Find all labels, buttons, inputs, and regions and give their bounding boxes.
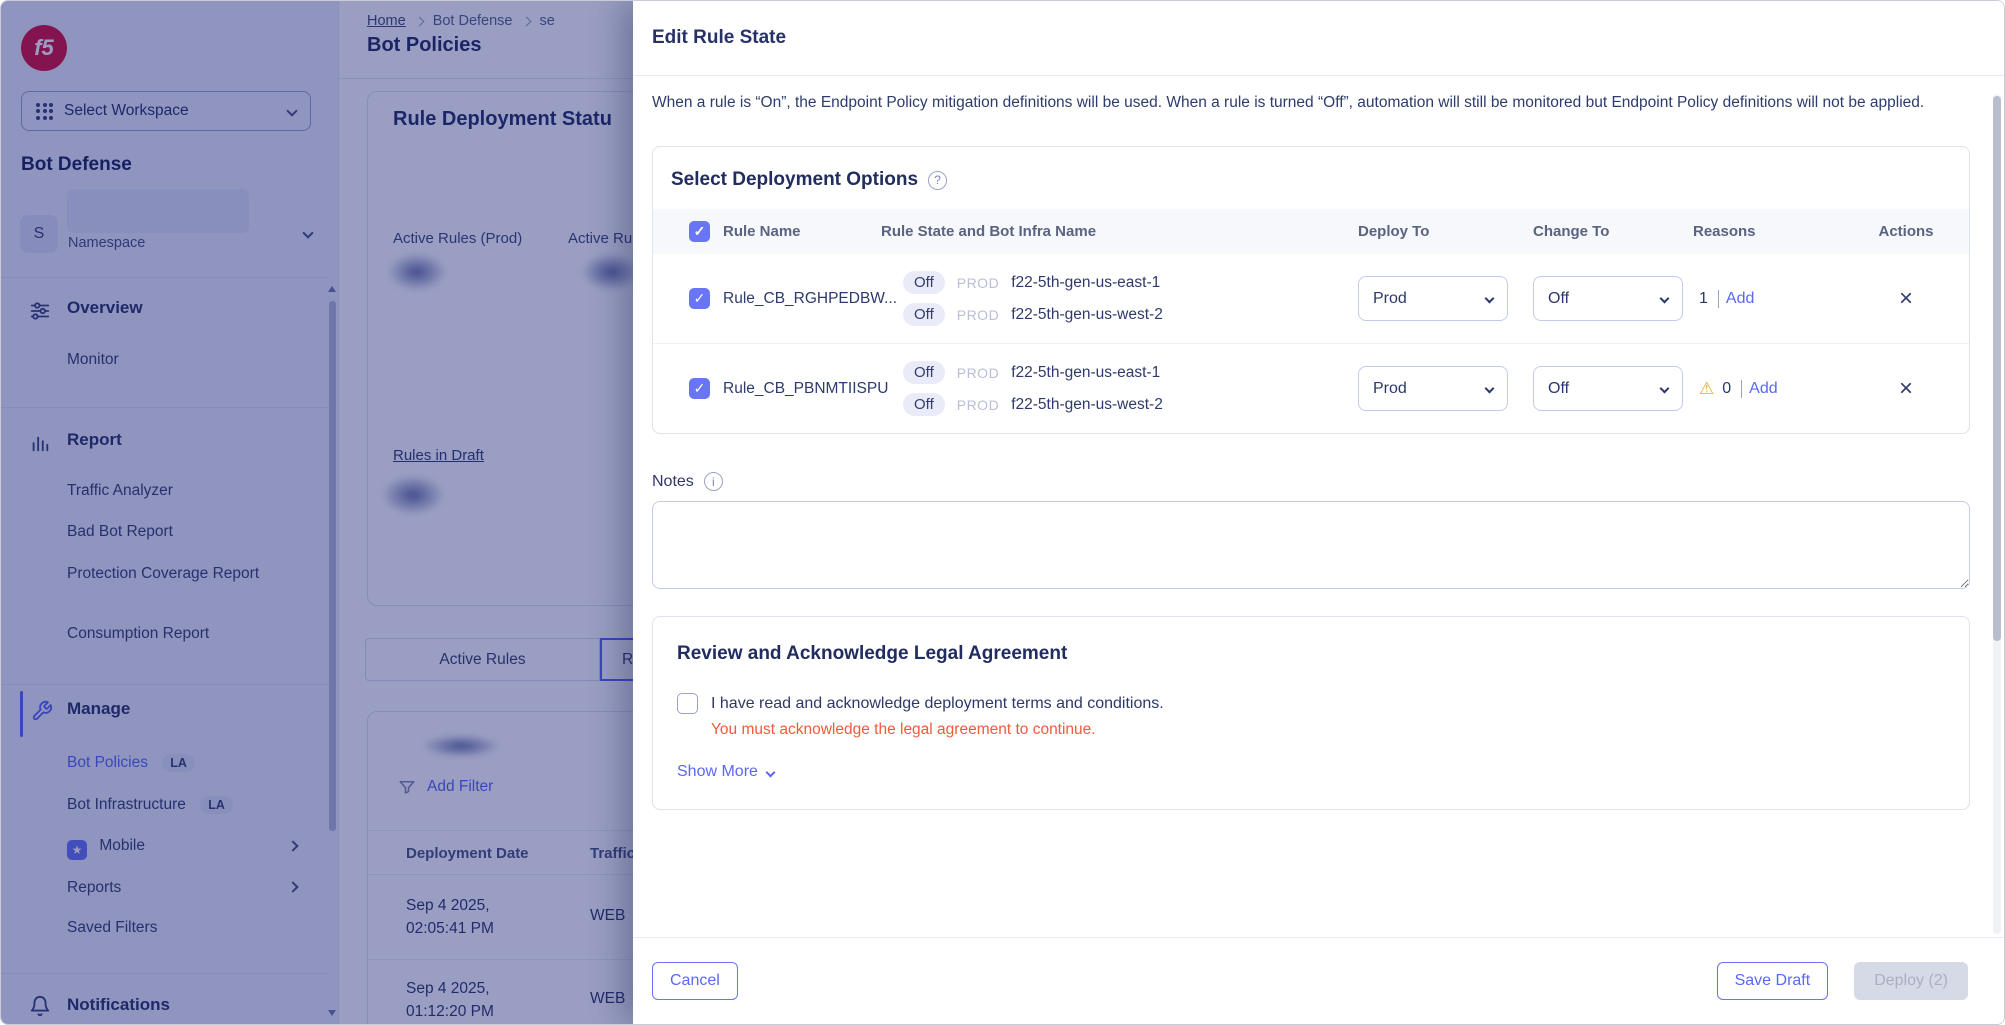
reasons-cell: 1 Add bbox=[1693, 290, 1843, 308]
help-icon[interactable]: ? bbox=[928, 171, 947, 190]
chevron-down-icon bbox=[1660, 384, 1670, 394]
save-draft-button[interactable]: Save Draft bbox=[1717, 962, 1829, 1000]
legal-checkbox[interactable] bbox=[677, 693, 698, 714]
notes-label: Notes bbox=[652, 473, 694, 491]
infra-name: f22-5th-gen-us-west-2 bbox=[1011, 396, 1163, 414]
rule-row: ✓ Rule_CB_PBNMTIISPU Off PROD f22-5th-ge… bbox=[653, 343, 1969, 433]
column-rule-name: Rule Name bbox=[723, 223, 881, 240]
remove-row-icon[interactable]: × bbox=[1899, 379, 1913, 399]
rule-state-badge: Off bbox=[903, 271, 945, 294]
divider bbox=[1718, 290, 1719, 308]
cancel-button[interactable]: Cancel bbox=[652, 962, 738, 1000]
chevron-down-icon bbox=[1485, 384, 1495, 394]
chevron-down-icon bbox=[1485, 294, 1495, 304]
reasons-cell: ⚠ 0 Add bbox=[1693, 379, 1843, 399]
rule-state-badge: Off bbox=[903, 303, 945, 326]
rule-state-badge: Off bbox=[903, 393, 945, 416]
column-change-to: Change To bbox=[1533, 223, 1693, 240]
drawer-description: When a rule is “On”, the Endpoint Policy… bbox=[652, 89, 1970, 116]
infra-name: f22-5th-gen-us-east-1 bbox=[1011, 274, 1160, 292]
infra-line: Off PROD f22-5th-gen-us-west-2 bbox=[903, 303, 1358, 326]
show-more-link[interactable]: Show More bbox=[677, 763, 1945, 781]
drawer-scrollbar-thumb[interactable] bbox=[1993, 96, 2001, 641]
row-checkbox[interactable]: ✓ bbox=[689, 288, 710, 309]
deployment-options-title: Select Deployment Options ? bbox=[653, 147, 1969, 209]
chevron-down-icon bbox=[1660, 294, 1670, 304]
env-label: PROD bbox=[957, 307, 999, 323]
infra-line: Off PROD f22-5th-gen-us-west-2 bbox=[903, 393, 1358, 416]
legal-error-message: You must acknowledge the legal agreement… bbox=[711, 721, 1945, 739]
column-deploy-to: Deploy To bbox=[1358, 223, 1533, 240]
select-all-checkbox[interactable]: ✓ bbox=[689, 221, 710, 242]
rule-state-badge: Off bbox=[903, 361, 945, 384]
change-to-select[interactable]: Off bbox=[1533, 276, 1683, 321]
app-window: f5 Select Workspace Bot Defense S Namesp… bbox=[0, 0, 2005, 1025]
info-icon: i bbox=[704, 472, 723, 491]
legal-agreement-card: Review and Acknowledge Legal Agreement I… bbox=[652, 616, 1970, 810]
rule-name: Rule_CB_RGHPEDBW... bbox=[723, 290, 881, 308]
column-reasons: Reasons bbox=[1693, 223, 1843, 240]
column-rule-state: Rule State and Bot Infra Name bbox=[881, 223, 1358, 240]
options-table-header: ✓ Rule Name Rule State and Bot Infra Nam… bbox=[653, 209, 1969, 254]
legal-checkbox-row: I have read and acknowledge deployment t… bbox=[677, 693, 1945, 714]
notes-label-row: Notes i bbox=[652, 472, 1970, 491]
deploy-to-select[interactable]: Prod bbox=[1358, 276, 1508, 321]
add-reason-link[interactable]: Add bbox=[1726, 290, 1754, 308]
chevron-down-icon bbox=[765, 767, 775, 777]
row-checkbox[interactable]: ✓ bbox=[689, 378, 710, 399]
change-to-select[interactable]: Off bbox=[1533, 366, 1683, 411]
legal-checkbox-label: I have read and acknowledge deployment t… bbox=[711, 695, 1164, 713]
drawer-title: Edit Rule State bbox=[652, 27, 786, 49]
infra-list: Off PROD f22-5th-gen-us-east-1 Off PROD … bbox=[881, 361, 1358, 416]
reasons-count: 1 bbox=[1699, 290, 1708, 308]
drawer-header: Edit Rule State bbox=[633, 1, 2004, 76]
reasons-count: 0 bbox=[1722, 380, 1731, 398]
rule-row: ✓ Rule_CB_RGHPEDBW... Off PROD f22-5th-g… bbox=[653, 254, 1969, 343]
infra-list: Off PROD f22-5th-gen-us-east-1 Off PROD … bbox=[881, 271, 1358, 326]
deployment-options-card: Select Deployment Options ? ✓ Rule Name … bbox=[652, 146, 1970, 434]
infra-name: f22-5th-gen-us-west-2 bbox=[1011, 306, 1163, 324]
env-label: PROD bbox=[957, 275, 999, 291]
edit-rule-state-drawer: Edit Rule State When a rule is “On”, the… bbox=[633, 1, 2004, 1024]
add-reason-link[interactable]: Add bbox=[1749, 380, 1777, 398]
remove-row-icon[interactable]: × bbox=[1899, 289, 1913, 309]
legal-title: Review and Acknowledge Legal Agreement bbox=[677, 643, 1945, 665]
infra-name: f22-5th-gen-us-east-1 bbox=[1011, 364, 1160, 382]
modal-backdrop[interactable] bbox=[1, 1, 633, 1024]
deploy-to-select[interactable]: Prod bbox=[1358, 366, 1508, 411]
infra-line: Off PROD f22-5th-gen-us-east-1 bbox=[903, 361, 1358, 384]
notes-input[interactable] bbox=[652, 501, 1970, 589]
warning-icon: ⚠ bbox=[1699, 379, 1714, 399]
drawer-footer: Cancel Save Draft Deploy (2) bbox=[633, 937, 2004, 1024]
infra-line: Off PROD f22-5th-gen-us-east-1 bbox=[903, 271, 1358, 294]
column-actions: Actions bbox=[1843, 223, 1969, 240]
env-label: PROD bbox=[957, 397, 999, 413]
env-label: PROD bbox=[957, 365, 999, 381]
divider bbox=[1741, 380, 1742, 398]
deploy-button[interactable]: Deploy (2) bbox=[1854, 962, 1968, 1000]
drawer-body: When a rule is “On”, the Endpoint Policy… bbox=[633, 77, 2004, 936]
rule-name: Rule_CB_PBNMTIISPU bbox=[723, 380, 881, 398]
